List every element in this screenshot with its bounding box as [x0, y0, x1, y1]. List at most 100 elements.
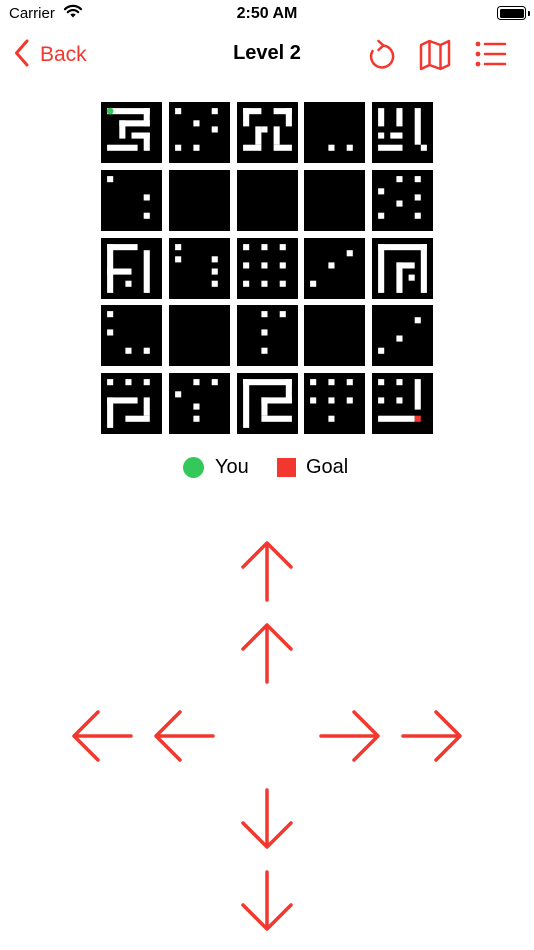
wall-segment [143, 348, 150, 355]
nav-bar: Back Level 2 [0, 30, 534, 80]
wall-segment [174, 255, 181, 262]
cell-r3-c1 [101, 237, 162, 299]
wall-segment [414, 379, 421, 410]
wall-segment [125, 348, 132, 355]
wall-segment [211, 126, 218, 133]
battery-icon [497, 6, 526, 20]
cell-r1-c4 [304, 102, 366, 163]
goal-token [414, 415, 421, 422]
list-icon[interactable] [474, 38, 508, 77]
wall-segment [242, 379, 249, 429]
player-marker-icon [183, 457, 204, 478]
wall-segment [143, 212, 150, 219]
cell-r5-c2 [168, 373, 230, 435]
wall-segment [396, 379, 403, 386]
wall-segment [260, 280, 268, 287]
cell-r2-c1 [101, 169, 162, 231]
cell-r3-c2 [168, 237, 230, 299]
wall-segment [396, 261, 403, 293]
wall-segment [107, 329, 114, 336]
cell-r2-c2 [168, 169, 230, 231]
wall-segment [260, 311, 268, 318]
game-board [101, 102, 434, 435]
map-icon[interactable] [418, 38, 452, 77]
wall-segment [242, 243, 249, 250]
cell-r4-c1 [101, 305, 162, 367]
wall-segment [107, 397, 114, 429]
cell-r5-c3 [236, 373, 298, 435]
cell-r5-c1 [101, 373, 162, 435]
arrow-up-icon [241, 623, 293, 684]
wall-segment [328, 415, 335, 422]
wall-segment [242, 261, 249, 269]
cell-r4-c3 [236, 305, 298, 367]
wall-segment [279, 243, 286, 250]
wall-segment [414, 108, 421, 145]
wall-segment [242, 144, 261, 151]
wall-segment [328, 397, 335, 404]
wall-segment [378, 132, 385, 139]
wall-segment [125, 415, 150, 422]
wall-segment [211, 255, 218, 262]
wall-segment [378, 243, 428, 250]
wall-segment [347, 249, 354, 256]
wall-segment [396, 335, 403, 342]
arrow-left-far-button[interactable] [69, 707, 135, 770]
cell-r1-c3 [236, 102, 298, 163]
arrow-right-far-button[interactable] [399, 707, 465, 770]
wall-segment [273, 126, 280, 145]
cell-r4-c2 [168, 305, 230, 367]
arrow-up-near-button[interactable] [238, 620, 296, 691]
wall-segment [242, 280, 249, 287]
wall-segment [414, 175, 421, 182]
arrow-down-near-button[interactable] [238, 786, 296, 857]
wall-segment [328, 261, 335, 269]
wall-segment [211, 280, 218, 287]
wall-segment [378, 348, 385, 355]
cell-r4-c5 [372, 305, 434, 367]
wall-segment [211, 268, 218, 275]
restart-icon[interactable] [366, 38, 396, 77]
wall-segment [174, 243, 181, 250]
arrow-down-icon [241, 870, 293, 931]
arrow-left-near-button[interactable] [151, 707, 217, 770]
wall-segment [107, 311, 114, 318]
wall-segment [414, 212, 421, 219]
wall-segment [414, 317, 421, 324]
wall-segment [174, 108, 181, 115]
wall-segment [143, 379, 150, 386]
wall-segment [107, 379, 114, 386]
wall-segment [143, 132, 150, 151]
wall-segment [310, 280, 317, 287]
wall-segment [396, 108, 403, 127]
wall-segment [125, 280, 132, 287]
wall-segment [107, 268, 132, 275]
wall-segment [143, 397, 150, 416]
wall-segment [310, 397, 317, 404]
wall-segment [408, 274, 415, 281]
wall-segment [107, 144, 138, 151]
wall-segment [260, 348, 268, 355]
wall-segment [107, 175, 114, 182]
wall-segment [414, 194, 421, 201]
wall-segment [390, 132, 403, 139]
legend-goal-label: Goal [306, 456, 349, 478]
wall-segment [378, 379, 385, 386]
wall-segment [193, 415, 200, 422]
player-token [106, 107, 114, 115]
arrow-down-far-button[interactable] [238, 868, 296, 939]
arrow-left-icon [72, 710, 133, 762]
wall-segment [420, 144, 428, 151]
page-title: Level 2 [233, 42, 301, 64]
arrow-up-far-button[interactable] [238, 538, 296, 609]
wall-segment [310, 379, 317, 386]
battery-nub [528, 11, 530, 16]
cell-r5-c4 [304, 373, 366, 435]
wall-segment [211, 379, 218, 386]
wall-segment [396, 175, 403, 182]
arrow-right-near-button[interactable] [317, 707, 383, 770]
wall-segment [420, 243, 428, 293]
arrow-up-icon [241, 541, 293, 602]
wall-segment [347, 397, 354, 404]
wall-segment [211, 108, 218, 115]
